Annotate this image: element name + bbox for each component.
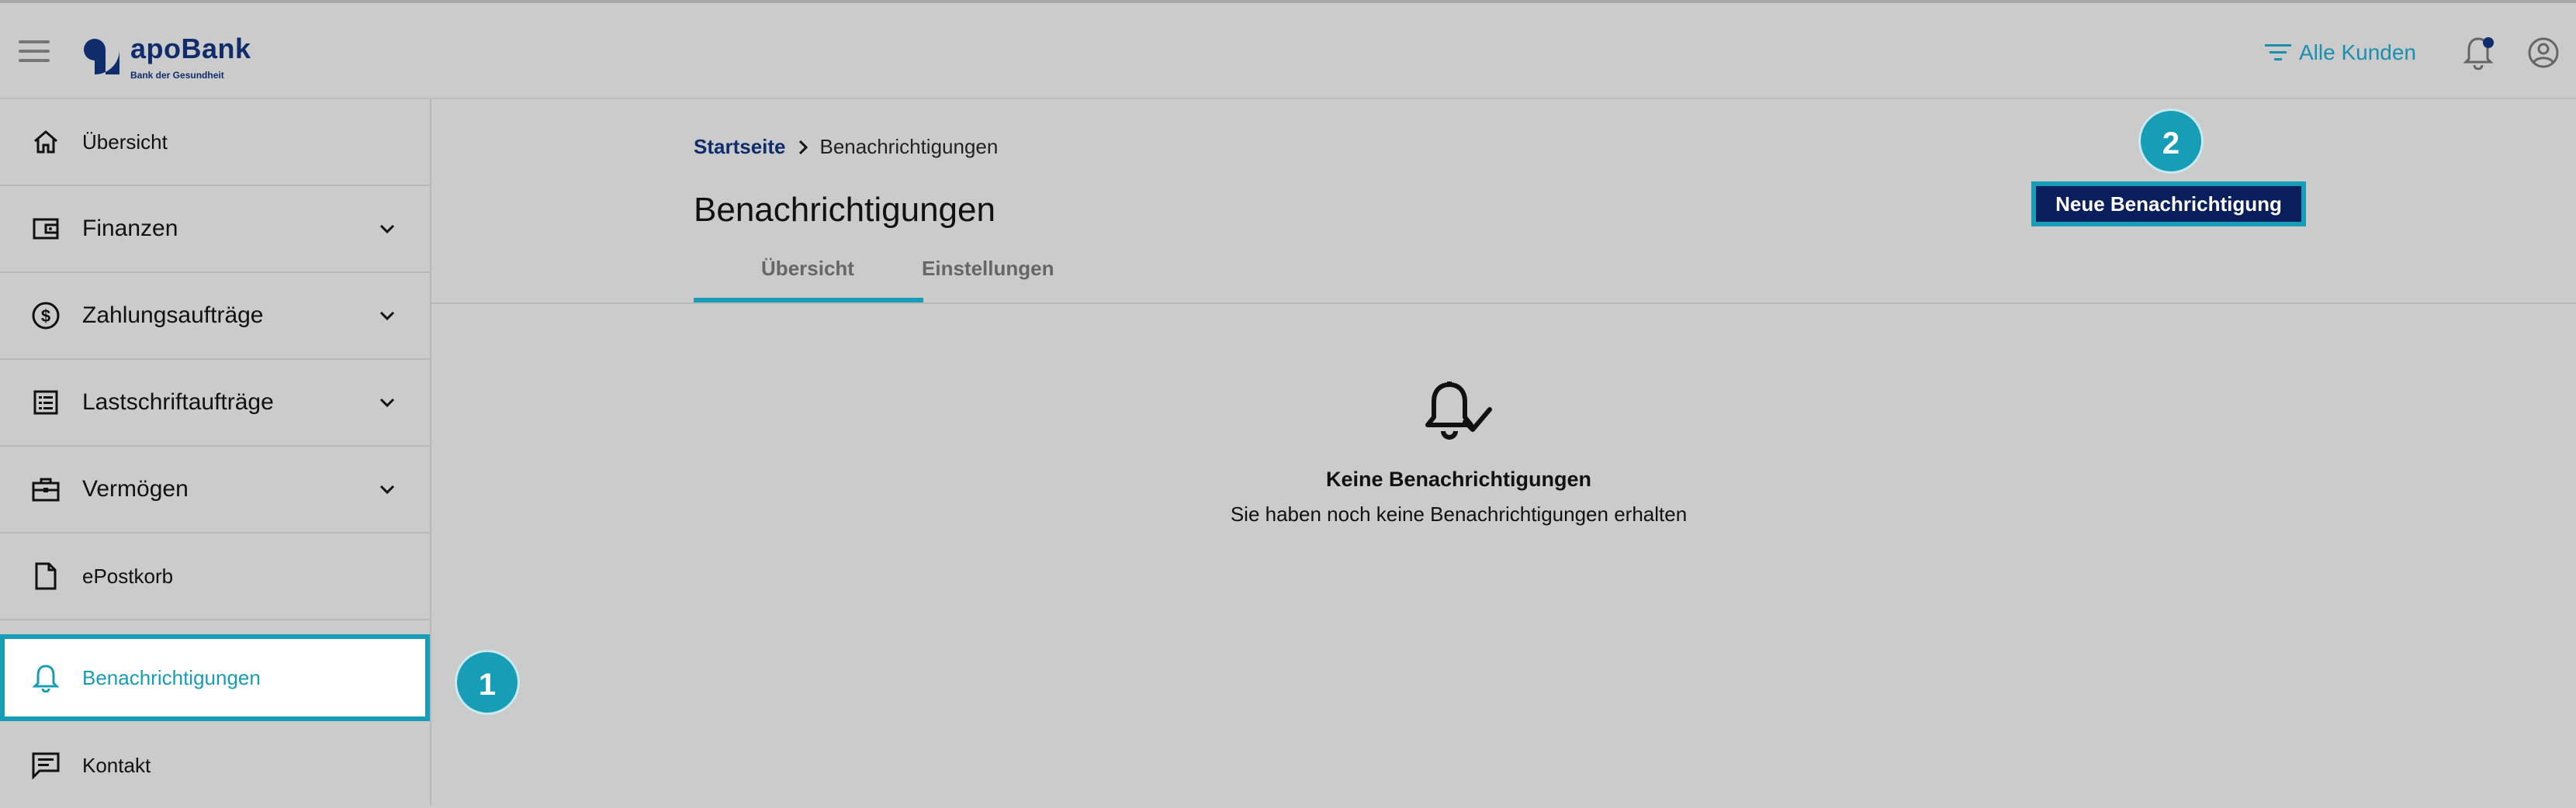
customer-filter-button[interactable]: Alle Kunden xyxy=(2264,40,2416,65)
sidebar-item-lastschriftauftraege[interactable]: Lastschriftaufträge xyxy=(0,360,430,447)
page-title: Benachrichtigungen xyxy=(694,191,995,229)
bell-check-icon xyxy=(1425,382,1492,440)
empty-state-title: Keine Benachrichtigungen xyxy=(1325,468,1592,491)
sidebar-item-vermoegen[interactable]: Vermögen xyxy=(0,447,430,533)
account-button[interactable] xyxy=(2526,36,2560,70)
sidebar-item-kontakt[interactable]: Kontakt xyxy=(0,723,430,808)
chevron-down-icon[interactable] xyxy=(376,217,399,240)
wallet-icon xyxy=(29,212,62,245)
tab-divider xyxy=(431,302,2576,304)
sidebar-item-epostkorb[interactable]: ePostkorb xyxy=(0,533,430,620)
unread-indicator xyxy=(2483,37,2494,48)
sidebar-item-label: Übersicht xyxy=(82,129,168,154)
filter-icon xyxy=(2264,44,2291,60)
filter-label: Alle Kunden xyxy=(2298,40,2416,64)
new-notification-button[interactable]: Neue Benachrichtigung xyxy=(2031,181,2306,226)
tab-uebersicht[interactable]: Übersicht xyxy=(694,251,922,290)
breadcrumb-home-link[interactable]: Startseite xyxy=(694,135,786,159)
menu-icon[interactable] xyxy=(19,40,50,64)
chat-icon xyxy=(29,749,62,782)
main-content: Startseite Benachrichtigungen Benachrich… xyxy=(431,99,2576,805)
sidebar-item-benachrichtigungen[interactable]: Benachrichtigungen xyxy=(0,634,430,721)
breadcrumb-current: Benachrichtigungen xyxy=(819,135,999,158)
sidebar-item-zahlungsauftraege[interactable]: $ Zahlungsaufträge xyxy=(0,273,430,360)
tab-einstellungen[interactable]: Einstellungen xyxy=(922,251,1054,290)
sidebar-item-label: Lastschriftaufträge xyxy=(82,389,274,415)
tab-bar: Übersicht Einstellungen xyxy=(694,251,1054,290)
breadcrumb: Startseite Benachrichtigungen xyxy=(694,135,998,159)
sidebar-item-label: Benachrichtigungen xyxy=(82,665,261,689)
chevron-down-icon[interactable] xyxy=(376,304,399,327)
sidebar-item-finanzen[interactable]: Finanzen xyxy=(0,186,430,273)
brand-tagline: Bank der Gesundheit xyxy=(130,70,224,81)
apobank-logo-mark-icon xyxy=(70,25,119,74)
chevron-down-icon[interactable] xyxy=(376,478,399,501)
user-circle-icon xyxy=(2528,37,2559,68)
list-icon xyxy=(29,386,62,419)
callout-badge-2: 2 xyxy=(2138,109,2204,174)
bell-icon xyxy=(29,661,62,694)
sidebar-item-label: Zahlungsaufträge xyxy=(82,302,264,328)
brand-name: apoBank xyxy=(130,33,251,64)
sidebar-item-label: Vermögen xyxy=(82,476,189,502)
document-icon xyxy=(29,560,62,592)
dollar-circle-icon: $ xyxy=(29,299,62,332)
sidebar-item-label: ePostkorb xyxy=(82,564,174,588)
home-icon xyxy=(29,126,62,158)
top-bar: apoBank Bank der Gesundheit Alle Kunden xyxy=(0,3,2576,99)
briefcase-icon xyxy=(29,473,62,506)
empty-state-text: Sie haben noch keine Benachrichtigungen … xyxy=(1230,502,1688,526)
chevron-down-icon[interactable] xyxy=(376,391,399,414)
sidebar: Übersicht Finanzen $ Zahlungsaufträge La… xyxy=(0,99,431,805)
notifications-button[interactable] xyxy=(2463,36,2494,71)
sidebar-item-uebersicht[interactable]: Übersicht xyxy=(0,99,430,186)
brand-logo[interactable]: apoBank Bank der Gesundheit xyxy=(67,20,253,87)
sidebar-item-label: Finanzen xyxy=(82,216,178,241)
empty-state: Keine Benachrichtigungen Sie haben noch … xyxy=(974,378,1944,527)
svg-text:$: $ xyxy=(41,306,50,326)
chevron-right-icon xyxy=(798,140,808,154)
sidebar-item-label: Kontakt xyxy=(82,753,151,777)
